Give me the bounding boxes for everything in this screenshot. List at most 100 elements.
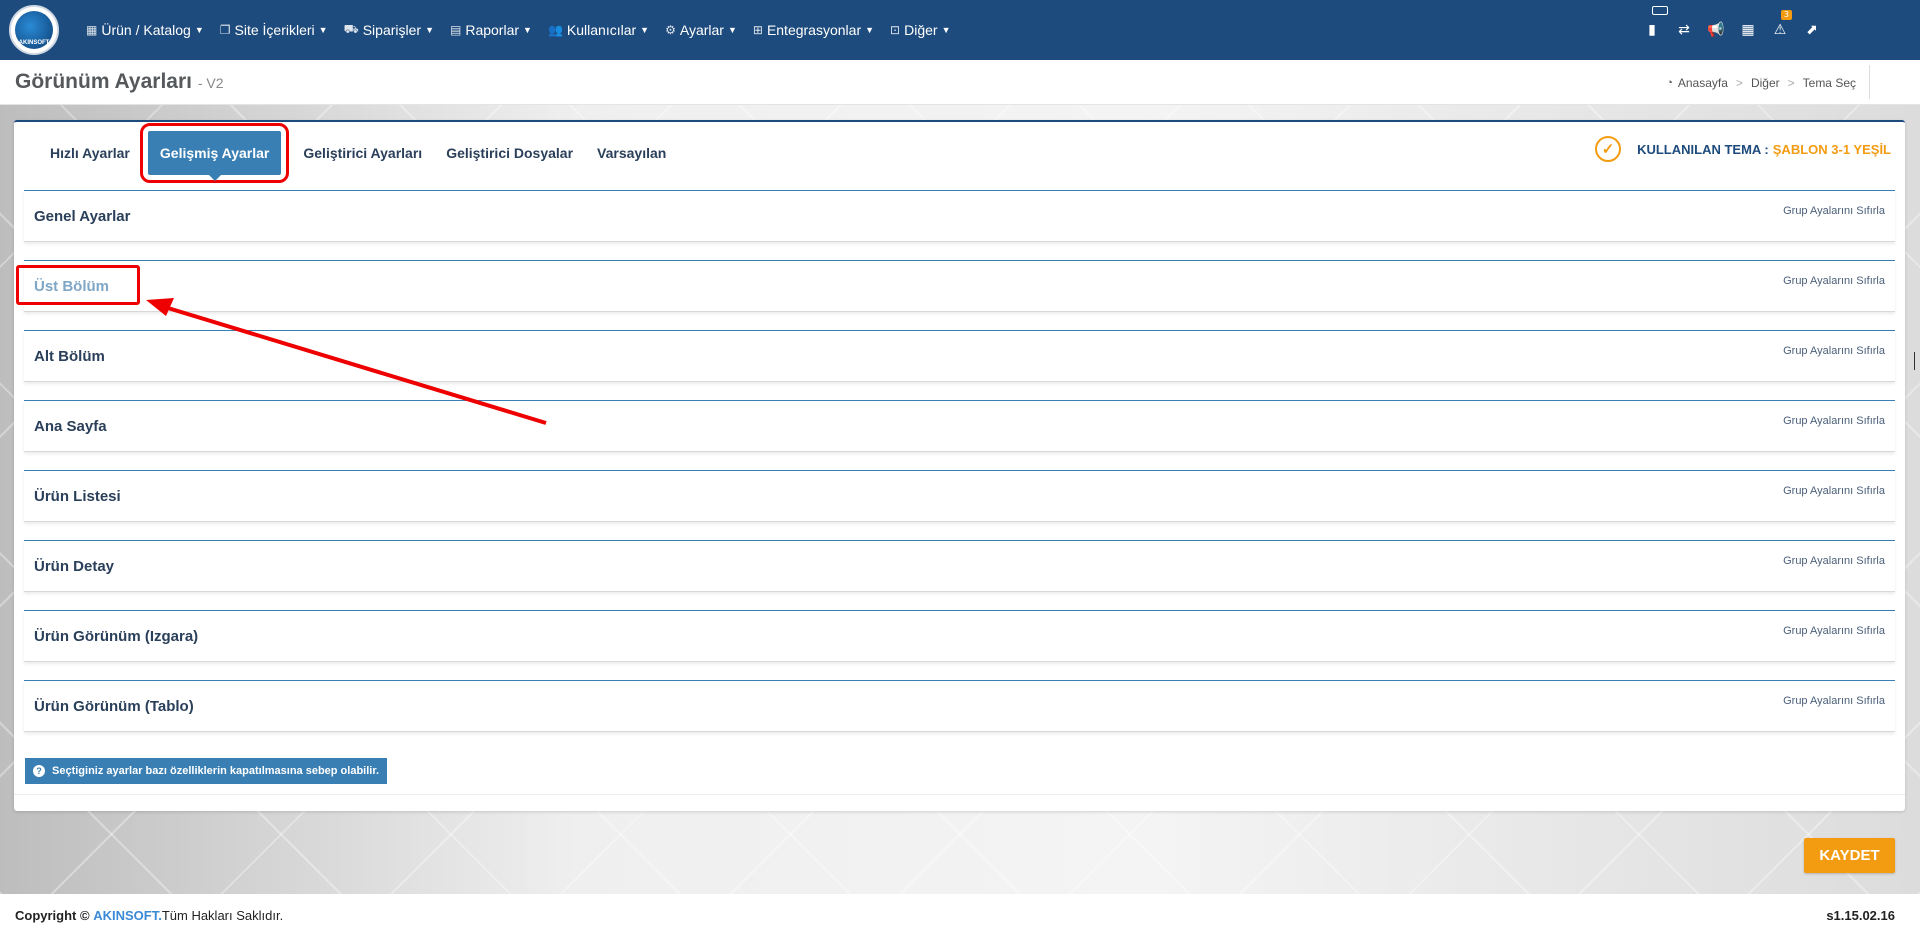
- nav-label: Diğer: [904, 22, 938, 38]
- group-reset-link[interactable]: Grup Ayalarını Sıfırla: [1783, 695, 1885, 707]
- group-reset-link[interactable]: Grup Ayalarını Sıfırla: [1783, 275, 1885, 287]
- tab-gelistirici-ayarlari[interactable]: Geliştirici Ayarları: [291, 130, 434, 176]
- sitemap-icon: ⊞: [752, 23, 763, 37]
- copyright: Copyright © AKINSOFT.Tüm Hakları Saklıdı…: [15, 908, 283, 923]
- nav-ayarlar[interactable]: ⚙ Ayarlar ▼: [665, 22, 737, 38]
- caret-down-icon: ▼: [425, 25, 434, 35]
- group-urun-gorunum-tablo[interactable]: Ürün Görünüm (Tablo) Grup Ayalarını Sıfı…: [24, 680, 1895, 732]
- gears-icon: ⚙: [665, 23, 676, 37]
- group-reset-link[interactable]: Grup Ayalarını Sıfırla: [1783, 205, 1885, 217]
- group-title[interactable]: Ana Sayfa: [34, 418, 107, 435]
- translate-icon[interactable]: ⇄: [1676, 22, 1692, 38]
- settings-tabs: Hızlı Ayarlar Gelişmiş Ayarlar Geliştiri…: [34, 123, 678, 183]
- caret-down-icon: ▼: [727, 25, 737, 35]
- footer: Copyright © AKINSOFT.Tüm Hakları Saklıdı…: [0, 894, 1920, 937]
- breadcrumb-home[interactable]: Anasayfa: [1678, 76, 1728, 90]
- group-title[interactable]: Ürün Görünüm (Tablo): [34, 698, 194, 715]
- nav-label: Site İçerikleri: [234, 22, 315, 38]
- rights-text: Tüm Hakları Saklıdır.: [161, 908, 284, 923]
- group-title[interactable]: Ürün Görünüm (Izgara): [34, 628, 198, 645]
- brand-link[interactable]: AKINSOFT.: [93, 908, 162, 923]
- group-urun-detay[interactable]: Ürün Detay Grup Ayalarını Sıfırla: [24, 540, 1895, 592]
- nav-entegrasyonlar[interactable]: ⊞ Entegrasyonlar ▼: [753, 22, 874, 38]
- group-title[interactable]: Ürün Listesi: [34, 488, 121, 505]
- group-reset-link[interactable]: Grup Ayalarını Sıfırla: [1783, 625, 1885, 637]
- cart-icon: ⛟: [343, 22, 359, 36]
- header-divider: [1869, 65, 1870, 99]
- group-title[interactable]: Üst Bölüm: [34, 278, 109, 295]
- tab-gelistirici-dosyalar[interactable]: Geliştirici Dosyalar: [434, 130, 585, 176]
- group-title[interactable]: Ürün Detay: [34, 558, 114, 575]
- panel-footer-divider: [14, 794, 1905, 795]
- breadcrumb-diger[interactable]: Diğer: [1751, 76, 1780, 90]
- tab-hizli-ayarlar[interactable]: Hızlı Ayarlar: [34, 130, 142, 176]
- check-circle-icon: ✓: [1595, 136, 1622, 162]
- warning-icon[interactable]: ⚠ 3: [1772, 10, 1792, 38]
- caret-down-icon: ▼: [523, 25, 532, 35]
- keyboard-icon[interactable]: [1652, 6, 1668, 15]
- files-icon: ❐: [219, 23, 231, 37]
- page-title-text: Görünüm Ayarları: [15, 70, 192, 93]
- file-icon: ▤: [449, 23, 462, 37]
- logo-text: AKINSOFT: [18, 40, 50, 46]
- group-reset-link[interactable]: Grup Ayalarını Sıfırla: [1783, 345, 1885, 357]
- settings-groups: Genel Ayarlar Grup Ayalarını Sıfırla Üst…: [16, 190, 1895, 750]
- save-button[interactable]: KAYDET: [1804, 838, 1895, 873]
- page-header: Görünüm Ayarları - V2 ◔ Anasayfa > Diğer…: [0, 60, 1920, 105]
- nav-label: Kullanıcılar: [566, 22, 637, 38]
- nav-siparisler[interactable]: ⛟ Siparişler ▼: [344, 22, 434, 38]
- caret-down-icon: ▼: [941, 25, 951, 35]
- group-title[interactable]: Alt Bölüm: [34, 348, 105, 365]
- nav-urun-katalog[interactable]: ▦ Ürün / Katalog ▼: [86, 22, 204, 38]
- group-ust-bolum[interactable]: Üst Bölüm Grup Ayalarını Sıfırla: [16, 260, 1895, 312]
- megaphone-icon[interactable]: 📢: [1707, 22, 1724, 38]
- breadcrumb: ◔ Anasayfa > Diğer > Tema Seç: [1666, 76, 1856, 90]
- nav-label: Raporlar: [465, 22, 520, 38]
- note-text: Seçtiginiz ayarlar bazı özelliklerin kap…: [52, 765, 380, 777]
- group-reset-link[interactable]: Grup Ayalarını Sıfırla: [1783, 415, 1885, 427]
- dashboard-icon[interactable]: ▦: [1740, 22, 1756, 38]
- caret-down-icon: ▼: [640, 25, 650, 35]
- tab-gelismis-ayarlar[interactable]: Gelişmiş Ayarlar: [139, 123, 290, 183]
- breadcrumb-tema-sec: Tema Seç: [1802, 76, 1856, 90]
- tab-varsayilan[interactable]: Varsayılan: [585, 130, 678, 176]
- group-alt-bolum[interactable]: Alt Bölüm Grup Ayalarını Sıfırla: [24, 330, 1895, 382]
- copyright-prefix: Copyright ©: [15, 908, 90, 923]
- group-title[interactable]: Genel Ayarlar: [34, 208, 130, 225]
- group-genel-ayarlar[interactable]: Genel Ayarlar Grup Ayalarını Sıfırla: [24, 190, 1895, 242]
- nav-diger[interactable]: ⊡ Diğer ▼: [890, 22, 950, 38]
- cubes-icon: ▦: [86, 23, 98, 37]
- warning-note: ? Seçtiginiz ayarlar bazı özelliklerin k…: [25, 758, 388, 784]
- theme-value: ŞABLON 3-1 YEŞİL: [1772, 141, 1891, 157]
- group-reset-link[interactable]: Grup Ayalarını Sıfırla: [1783, 555, 1885, 567]
- caret-down-icon: ▼: [194, 25, 204, 35]
- group-urun-listesi[interactable]: Ürün Listesi Grup Ayalarını Sıfırla: [24, 470, 1895, 522]
- page-subtitle: - V2: [197, 75, 224, 91]
- akinsoft-logo[interactable]: AKINSOFT: [9, 5, 59, 55]
- resize-handle[interactable]: [1914, 352, 1920, 370]
- top-navbar: AKINSOFT ▦ Ürün / Katalog ▼ ❐ Site İçeri…: [0, 0, 1920, 60]
- group-urun-gorunum-izgara[interactable]: Ürün Görünüm (Izgara) Grup Ayalarını Sıf…: [24, 610, 1895, 662]
- external-link-icon[interactable]: ⬈: [1804, 22, 1820, 38]
- theme-label: KULLANILAN TEMA :: [1637, 141, 1769, 157]
- group-ana-sayfa[interactable]: Ana Sayfa Grup Ayalarını Sıfırla: [24, 400, 1895, 452]
- nav-site-icerikleri[interactable]: ❐ Site İçerikleri ▼: [220, 22, 328, 38]
- logo-mark: AKINSOFT: [15, 11, 53, 49]
- caret-down-icon: ▼: [318, 25, 328, 35]
- nav-kullanicilar[interactable]: 👥 Kullanıcılar ▼: [548, 22, 649, 38]
- users-icon: 👥: [547, 23, 563, 37]
- group-reset-link[interactable]: Grup Ayalarını Sıfırla: [1783, 485, 1885, 497]
- nav-label: Ayarlar: [679, 22, 724, 38]
- question-circle-icon: ?: [33, 765, 45, 777]
- settings-panel: Hızlı Ayarlar Gelişmiş Ayarlar Geliştiri…: [14, 120, 1905, 811]
- version-label: s1.15.02.16: [1826, 908, 1895, 923]
- breadcrumb-separator: >: [1735, 76, 1743, 90]
- breadcrumb-separator: >: [1787, 76, 1795, 90]
- grid-icon: ⊡: [890, 23, 901, 37]
- current-theme: ✓ KULLANILAN TEMA : ŞABLON 3-1 YEŞİL: [1595, 136, 1891, 162]
- dashboard-gauge-icon: ◔: [1666, 77, 1673, 89]
- page-title: Görünüm Ayarları - V2: [15, 70, 224, 94]
- book-icon[interactable]: ▮: [1644, 22, 1660, 38]
- nav-raporlar[interactable]: ▤ Raporlar ▼: [450, 22, 532, 38]
- main-nav: ▦ Ürün / Katalog ▼ ❐ Site İçerikleri ▼ ⛟…: [86, 0, 966, 60]
